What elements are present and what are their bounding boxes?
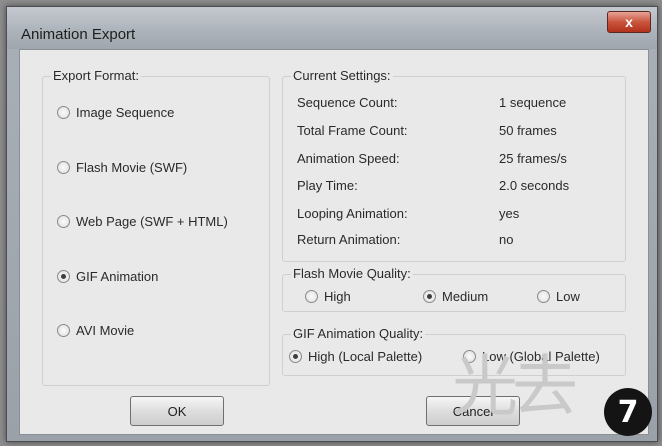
radio-flash-high-label: High	[324, 289, 351, 304]
radio-flash-low-indicator	[537, 290, 550, 303]
setting-label: Total Frame Count:	[297, 123, 408, 138]
radio-flash-medium-label: Medium	[442, 289, 489, 304]
radio-gif-animation-indicator	[57, 270, 70, 283]
radio-flash-movie-label: Flash Movie (SWF)	[76, 160, 188, 175]
radio-flash-movie-indicator	[57, 161, 70, 174]
setting-value: yes	[499, 206, 520, 221]
radio-avi-movie-label: AVI Movie	[76, 323, 135, 338]
setting-value: 1 sequence	[499, 95, 567, 110]
setting-value: 2.0 seconds	[499, 178, 570, 193]
export-format-legend: Export Format:	[51, 68, 141, 83]
radio-flash-low-label: Low	[556, 289, 580, 304]
step-number-badge: 7	[604, 388, 652, 436]
close-icon: x	[625, 14, 633, 30]
setting-label: Animation Speed:	[297, 151, 400, 166]
radio-image-sequence-label: Image Sequence	[76, 105, 175, 120]
radio-avi-movie-indicator	[57, 324, 70, 337]
close-button[interactable]: x	[607, 11, 651, 33]
setting-value: no	[499, 232, 514, 247]
setting-value: 25 frames/s	[499, 151, 567, 166]
setting-value: 50 frames	[499, 123, 557, 138]
current-settings-group: Current Settings: Sequence Count: 1 sequ…	[282, 68, 626, 262]
flash-quality-group: Flash Movie Quality: High Medium Low	[282, 266, 626, 312]
radio-web-page-indicator	[57, 215, 70, 228]
radio-flash-low[interactable]: Low	[537, 289, 580, 304]
radio-avi-movie[interactable]: AVI Movie	[57, 323, 134, 338]
radio-gif-animation[interactable]: GIF Animation	[57, 269, 158, 284]
ok-button[interactable]: OK	[130, 396, 224, 426]
radio-gif-high-indicator	[289, 350, 302, 363]
radio-flash-medium-indicator	[423, 290, 436, 303]
setting-label: Looping Animation:	[297, 206, 408, 221]
radio-gif-high-label: High (Local Palette)	[308, 349, 423, 364]
radio-flash-medium[interactable]: Medium	[423, 289, 488, 304]
export-format-group: Export Format: Image Sequence Flash Movi…	[42, 68, 270, 386]
setting-label: Play Time:	[297, 178, 358, 193]
radio-gif-animation-label: GIF Animation	[76, 269, 159, 284]
radio-flash-movie[interactable]: Flash Movie (SWF)	[57, 160, 187, 175]
setting-label: Return Animation:	[297, 232, 401, 247]
radio-gif-high[interactable]: High (Local Palette)	[289, 349, 422, 364]
radio-flash-high[interactable]: High	[305, 289, 351, 304]
current-settings-legend: Current Settings:	[291, 68, 393, 83]
radio-image-sequence[interactable]: Image Sequence	[57, 105, 174, 120]
radio-flash-high-indicator	[305, 290, 318, 303]
dialog-title: Animation Export	[21, 26, 136, 43]
setting-label: Sequence Count:	[297, 95, 398, 110]
title-bar[interactable]: Animation Export x	[7, 7, 657, 49]
flash-quality-legend: Flash Movie Quality:	[291, 266, 413, 281]
radio-web-page[interactable]: Web Page (SWF + HTML)	[57, 214, 228, 229]
radio-image-sequence-indicator	[57, 106, 70, 119]
watermark: 光去	[452, 348, 578, 425]
gif-quality-legend: GIF Animation Quality:	[291, 326, 426, 341]
radio-web-page-label: Web Page (SWF + HTML)	[76, 214, 228, 229]
